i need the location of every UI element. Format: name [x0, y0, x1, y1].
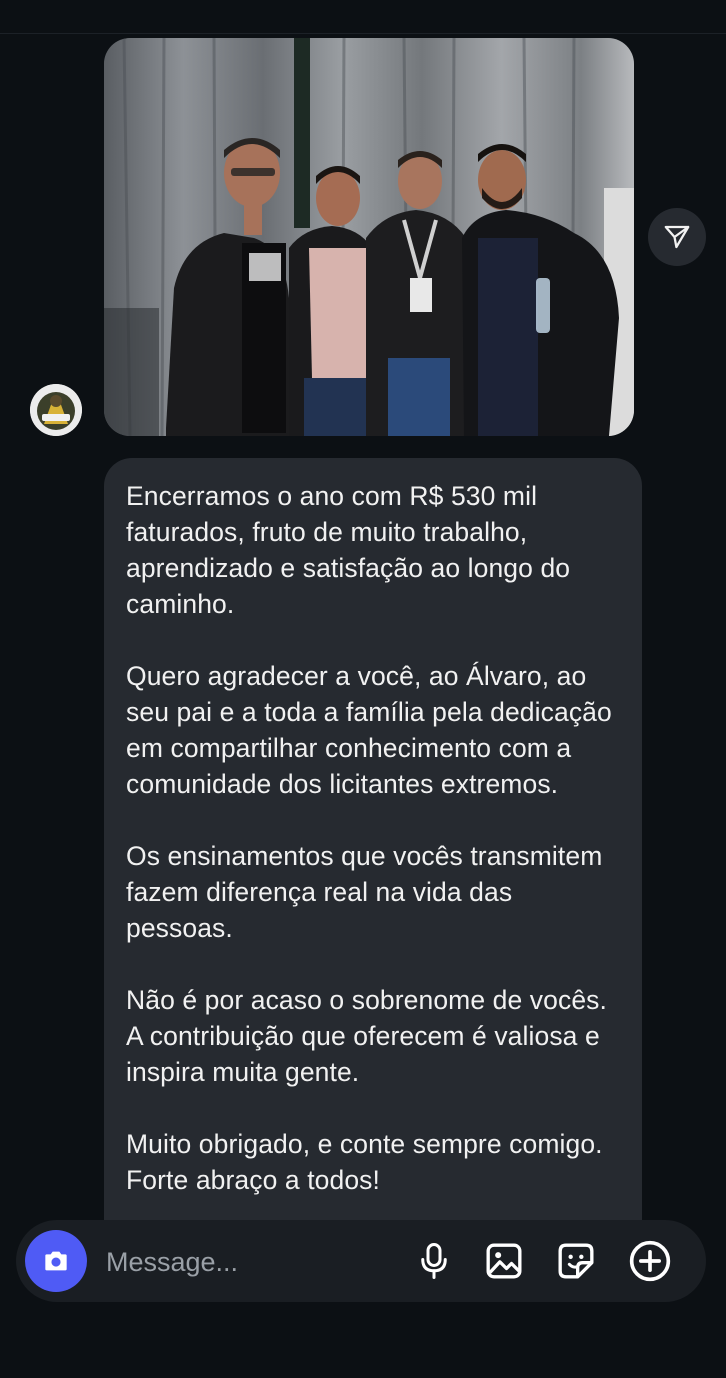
message-input[interactable]: [104, 1242, 408, 1282]
group-photo: [104, 38, 634, 436]
message-composer: [16, 1220, 706, 1302]
plus-icon: [629, 1240, 671, 1282]
message-bubble[interactable]: Encerramos o ano com R$ 530 mil faturado…: [104, 458, 642, 1258]
gallery-button[interactable]: [482, 1239, 526, 1283]
image-icon: [486, 1243, 522, 1279]
camera-icon: [45, 1251, 67, 1271]
share-button[interactable]: [648, 208, 706, 266]
message-text: Encerramos o ano com R$ 530 mil faturado…: [126, 478, 626, 1234]
avatar[interactable]: [30, 384, 82, 436]
message-paragraph: Não é por acaso o sobrenome de vocês. A …: [126, 985, 607, 1087]
microphone-icon: [421, 1243, 447, 1279]
voice-message-button[interactable]: [412, 1239, 456, 1283]
header-divider: [0, 33, 726, 34]
message-paragraph: Quero agradecer a você, ao Álvaro, ao se…: [126, 661, 612, 799]
photo-message[interactable]: [104, 38, 634, 436]
message-paragraph: Os ensinamentos que vocês transmitem faz…: [126, 841, 603, 943]
message-paragraph: Muito obrigado, e conte sempre comigo. F…: [126, 1129, 603, 1195]
more-options-button[interactable]: [628, 1239, 672, 1283]
message-paragraph: Encerramos o ano com R$ 530 mil faturado…: [126, 481, 571, 619]
avatar-image: [30, 384, 82, 436]
paper-plane-icon: [664, 225, 690, 249]
sticker-button[interactable]: [554, 1239, 598, 1283]
sticker-icon: [558, 1243, 594, 1279]
camera-button[interactable]: [25, 1230, 87, 1292]
dm-thread-screen: Encerramos o ano com R$ 530 mil faturado…: [0, 0, 726, 1378]
